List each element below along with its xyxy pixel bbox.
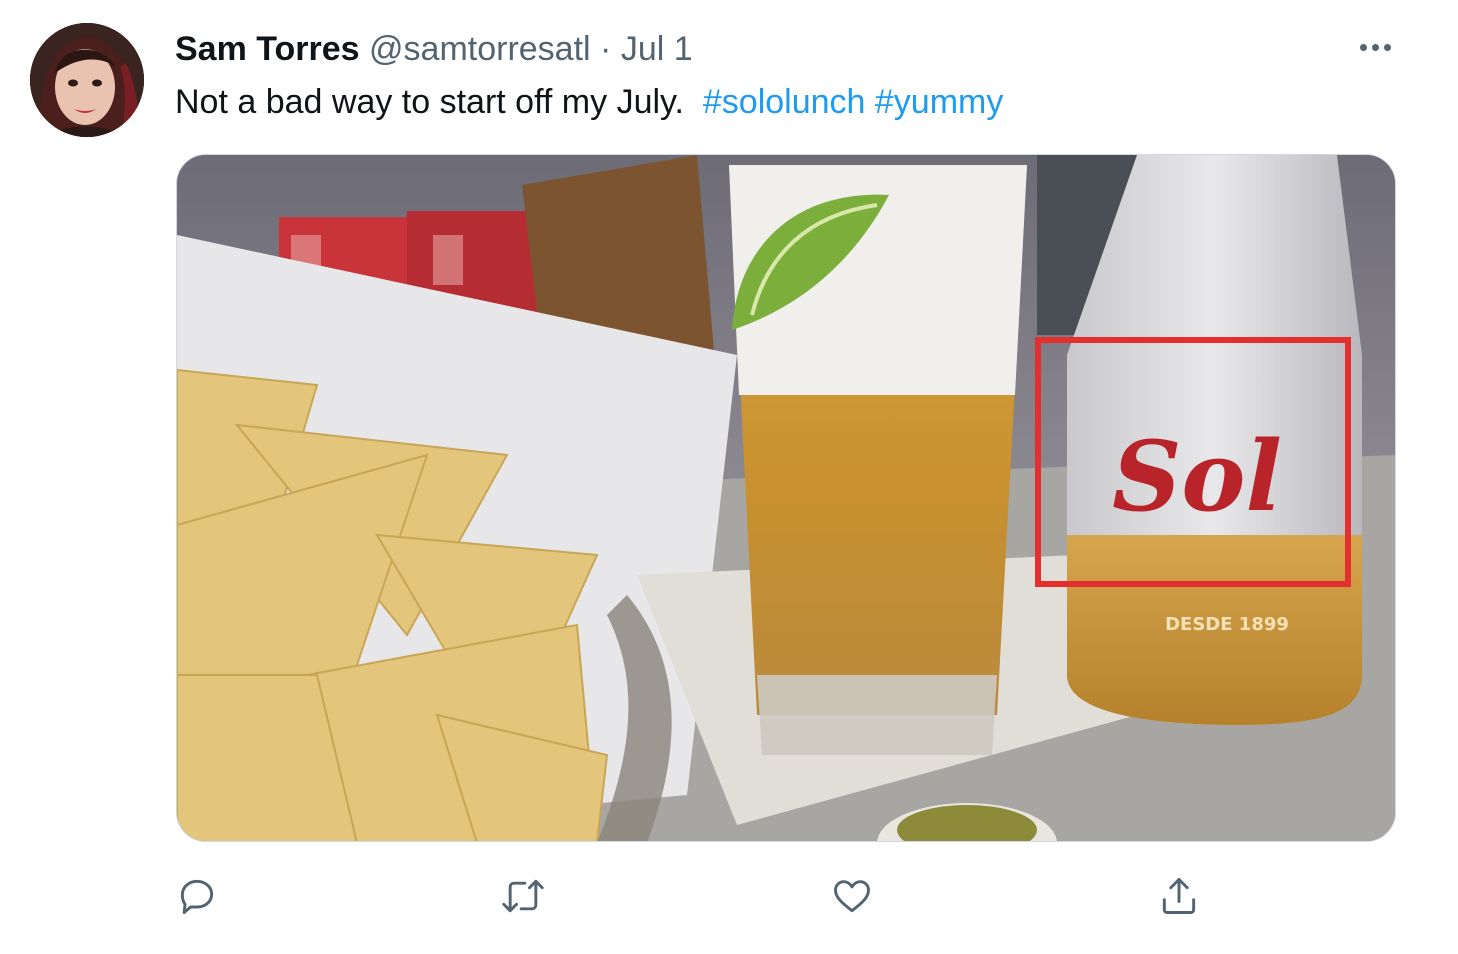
more-dot: [1371, 43, 1379, 51]
user-handle[interactable]: @samtorresatl: [369, 30, 591, 68]
tweet-text: Not a bad way to start off my July. #sol…: [175, 81, 1003, 123]
more-dot: [1359, 43, 1367, 51]
tweet-body: Not a bad way to start off my July.: [175, 83, 684, 121]
like-icon[interactable]: [828, 870, 876, 922]
more-options-icon[interactable]: [1350, 30, 1400, 64]
display-name[interactable]: Sam Torres: [175, 30, 360, 68]
tweet-photo[interactable]: Sol DESDE 1899: [176, 154, 1396, 842]
tweet-date[interactable]: Jul 1: [621, 30, 693, 68]
reply-icon[interactable]: [173, 870, 221, 922]
bottle-logo-text: Sol: [1112, 420, 1282, 533]
bottle-tagline-text: DESDE 1899: [1165, 614, 1289, 635]
avatar[interactable]: [30, 23, 144, 137]
hashtag-yummy[interactable]: #yummy: [875, 83, 1003, 121]
more-dot: [1383, 43, 1391, 51]
share-icon[interactable]: [1155, 870, 1203, 922]
retweet-icon[interactable]: [499, 870, 547, 922]
separator-dot: ·: [600, 30, 612, 68]
tweet-header: Sam Torres @samtorresatl · Jul 1: [175, 28, 693, 70]
hashtag-sololunch[interactable]: #sololunch: [703, 83, 866, 121]
